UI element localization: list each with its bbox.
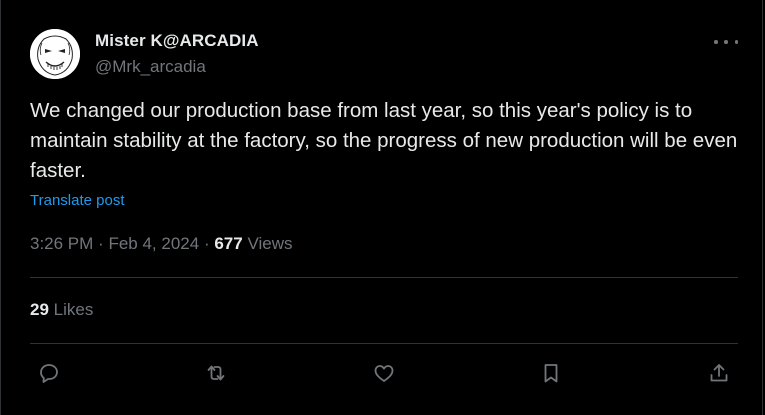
post-text: We changed our production base from last… [30,99,738,182]
repost-icon [207,365,225,381]
post-time[interactable]: 3:26 PM [30,234,93,253]
post-metadata: 3:26 PM · Feb 4, 2024 · 677 Views [30,234,293,254]
translate-post-link[interactable]: Translate post [30,192,125,209]
post-date[interactable]: Feb 4, 2024 [108,234,199,253]
divider [30,343,738,344]
repost-button[interactable] [201,358,231,388]
share-icon [710,364,728,382]
author-name[interactable]: Mister K@ARCADIA [95,31,259,51]
share-button[interactable] [704,358,734,388]
divider [30,277,738,278]
views-label: Views [247,234,293,253]
bookmark-icon [544,364,558,383]
like-button[interactable] [369,358,399,388]
meta-separator: · [98,234,104,253]
meta-separator: · [203,234,210,253]
reply-button[interactable] [34,358,64,388]
likes-label: Likes [53,300,94,319]
post-container: Mister K@ARCADIA @Mrk_arcadia We changed… [0,0,763,415]
like-icon [374,365,394,382]
views-count: 677 [214,234,243,253]
more-options-icon[interactable] [714,34,738,50]
reply-icon [40,364,58,383]
likes-count: 29 [30,300,49,319]
avatar[interactable] [30,29,80,79]
bookmark-button[interactable] [536,358,566,388]
author-handle[interactable]: @Mrk_arcadia [95,57,206,77]
avatar-face-icon [30,29,80,79]
likes-summary[interactable]: 29 Likes [30,300,93,320]
